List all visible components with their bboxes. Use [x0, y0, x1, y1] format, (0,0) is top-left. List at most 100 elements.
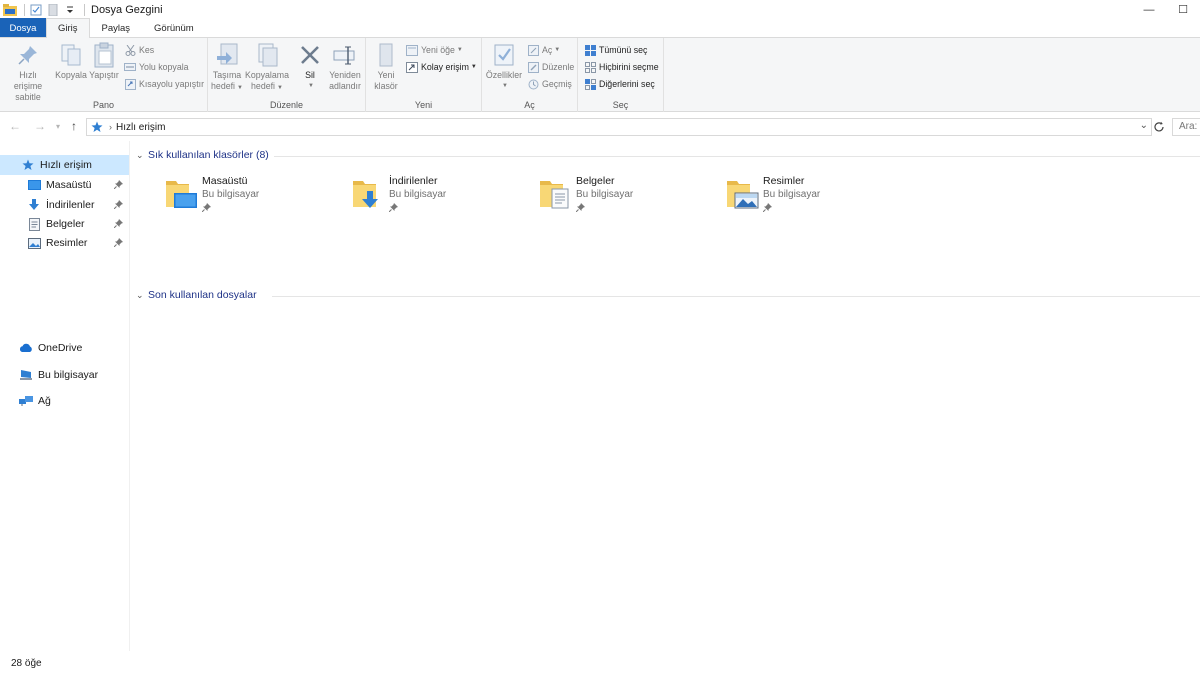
title-bar: Dosya Gezgini — ☐: [0, 0, 1200, 19]
clipboard-group: Hızlı erişime sabitle Kopyala Yapıştır K…: [0, 38, 208, 112]
pin-icon: [575, 203, 585, 215]
pin-quick-access-button[interactable]: Hızlı erişime sabitle: [4, 42, 52, 103]
breadcrumb-chevron-icon[interactable]: ›: [109, 122, 112, 132]
clipboard-group-label: Pano: [92, 100, 115, 110]
new-folder-button[interactable]: Yeni klasör: [369, 42, 403, 92]
history-icon: [527, 78, 539, 90]
section-divider: [272, 296, 1200, 297]
new-item-icon: [406, 44, 418, 56]
pin-icon[interactable]: [113, 180, 123, 192]
properties-button[interactable]: Özellikler ▼: [484, 42, 524, 92]
new-folder-qat-icon[interactable]: [46, 3, 60, 17]
move-to-label-line1: Taşıma: [212, 70, 242, 80]
easy-access-label: Kolay erişim: [421, 62, 469, 72]
paste-icon: [91, 42, 117, 68]
cut-label: Kes: [139, 45, 155, 55]
sidebar-item-downloads[interactable]: İndirilenler: [0, 195, 129, 215]
paste-button[interactable]: Yapıştır: [88, 42, 120, 81]
search-input[interactable]: Ara: H: [1172, 118, 1200, 136]
sidebar-item-label: Belgeler: [46, 218, 85, 230]
tab-share[interactable]: Paylaş: [90, 18, 143, 37]
network-icon: [19, 394, 33, 408]
rename-button[interactable]: Yeniden adlandır: [326, 42, 364, 92]
ribbon: Hızlı erişime sabitle Kopyala Yapıştır K…: [0, 38, 1200, 112]
tab-view[interactable]: Görünüm: [142, 18, 206, 37]
forward-arrow-icon[interactable]: →: [34, 119, 46, 133]
folder-tile-documents[interactable]: Belgeler Bu bilgisayar: [539, 175, 719, 219]
address-history-chevron-icon[interactable]: ⌄: [1140, 120, 1148, 131]
select-all-label: Tümünü seç: [599, 45, 648, 55]
frequent-folders-title: Sık kullanılan klasörler (8): [148, 149, 269, 161]
chevron-down-icon[interactable]: ⌄: [136, 150, 146, 161]
copy-path-label: Yolu kopyala: [139, 62, 189, 72]
cut-button[interactable]: Kes: [124, 43, 154, 57]
customize-qat-chevron-icon[interactable]: [63, 3, 77, 17]
pictures-folder-icon: [726, 176, 760, 210]
download-icon: [27, 198, 41, 212]
copy-path-icon: [124, 61, 136, 73]
sidebar-item-label: Hızlı erişim: [40, 159, 92, 171]
copy-path-button[interactable]: Yolu kopyala: [124, 60, 189, 74]
folder-app-icon[interactable]: [3, 3, 17, 17]
frequent-folders-header[interactable]: ⌄ Sık kullanılan klasörler (8): [136, 149, 269, 161]
select-none-button[interactable]: Hiçbirini seçme: [584, 60, 659, 74]
sidebar-item-pictures[interactable]: Resimler: [0, 233, 129, 253]
move-to-label-line2: hedefi ▼: [211, 81, 243, 91]
pin-icon[interactable]: [113, 238, 123, 250]
paste-shortcut-button[interactable]: Kısayolu yapıştır: [124, 77, 204, 91]
pin-icon[interactable]: [113, 219, 123, 231]
easy-access-button[interactable]: Kolay erişim ▼: [406, 60, 477, 74]
recent-locations-chevron-icon[interactable]: ▾: [56, 122, 60, 131]
sidebar-item-desktop[interactable]: Masaüstü: [0, 175, 129, 195]
documents-icon: [27, 217, 41, 231]
properties-dropdown-icon[interactable]: ▼: [502, 81, 508, 92]
select-all-icon: [584, 44, 596, 56]
up-arrow-icon[interactable]: ↑: [71, 119, 77, 133]
sidebar-item-documents[interactable]: Belgeler: [0, 214, 129, 234]
properties-qat-icon[interactable]: [29, 3, 43, 17]
chevron-down-icon[interactable]: ⌄: [136, 290, 146, 301]
copy-button[interactable]: Kopyala: [54, 42, 88, 81]
delete-dropdown-icon[interactable]: ▼: [308, 81, 314, 92]
tab-home[interactable]: Giriş: [46, 18, 90, 38]
recent-files-header[interactable]: ⌄ Son kullanılan dosyalar: [136, 289, 257, 301]
breadcrumb-current[interactable]: Hızlı erişim: [116, 122, 165, 133]
documents-folder-icon: [539, 176, 573, 210]
refresh-icon[interactable]: [1152, 118, 1166, 136]
select-all-button[interactable]: Tümünü seç: [584, 43, 647, 57]
back-arrow-icon[interactable]: ←: [9, 119, 21, 133]
copy-label: Kopyala: [55, 70, 87, 80]
copy-to-button[interactable]: Kopyalama hedefi ▼: [244, 42, 290, 94]
delete-button[interactable]: Sil ▼: [296, 42, 324, 92]
history-button[interactable]: Geçmiş: [527, 77, 572, 91]
pin-icon[interactable]: [113, 200, 123, 212]
open-button[interactable]: Aç ▼: [527, 43, 560, 57]
sidebar-item-this-pc[interactable]: Bu bilgisayar: [0, 365, 129, 385]
folder-tile-downloads[interactable]: İndirilenler Bu bilgisayar: [352, 175, 532, 219]
folder-location: Bu bilgisayar: [202, 189, 260, 200]
sidebar-item-quick-access[interactable]: Hızlı erişim: [0, 155, 129, 175]
sidebar-item-onedrive[interactable]: OneDrive: [0, 338, 129, 358]
edit-button[interactable]: Düzenle: [527, 60, 574, 74]
new-item-button[interactable]: Yeni öğe ▼: [406, 43, 463, 57]
maximize-button[interactable]: ☐: [1166, 0, 1200, 19]
rename-icon: [332, 42, 358, 68]
window-title: Dosya Gezgini: [91, 3, 163, 16]
select-none-label: Hiçbirini seçme: [599, 62, 659, 72]
sidebar-item-label: İndirilenler: [46, 199, 95, 211]
invert-selection-button[interactable]: Diğerlerini seç: [584, 77, 655, 91]
pictures-icon: [27, 236, 41, 250]
computer-icon: [19, 368, 33, 382]
scissors-icon: [124, 44, 136, 56]
address-bar[interactable]: › Hızlı erişim ⌄: [86, 118, 1152, 136]
folder-tile-desktop[interactable]: Masaüstü Bu bilgisayar: [165, 175, 345, 219]
minimize-button[interactable]: —: [1132, 0, 1166, 19]
move-to-button[interactable]: Taşıma hedefi ▼: [210, 42, 244, 94]
qat-divider: [84, 3, 85, 16]
sidebar-item-network[interactable]: Ağ: [0, 391, 129, 411]
folder-tile-pictures[interactable]: Resimler Bu bilgisayar: [726, 175, 906, 219]
new-item-label: Yeni öğe: [421, 45, 455, 55]
properties-check-icon: [491, 42, 517, 68]
rename-label-line1: Yeniden: [329, 70, 361, 80]
tab-file[interactable]: Dosya: [0, 18, 46, 37]
